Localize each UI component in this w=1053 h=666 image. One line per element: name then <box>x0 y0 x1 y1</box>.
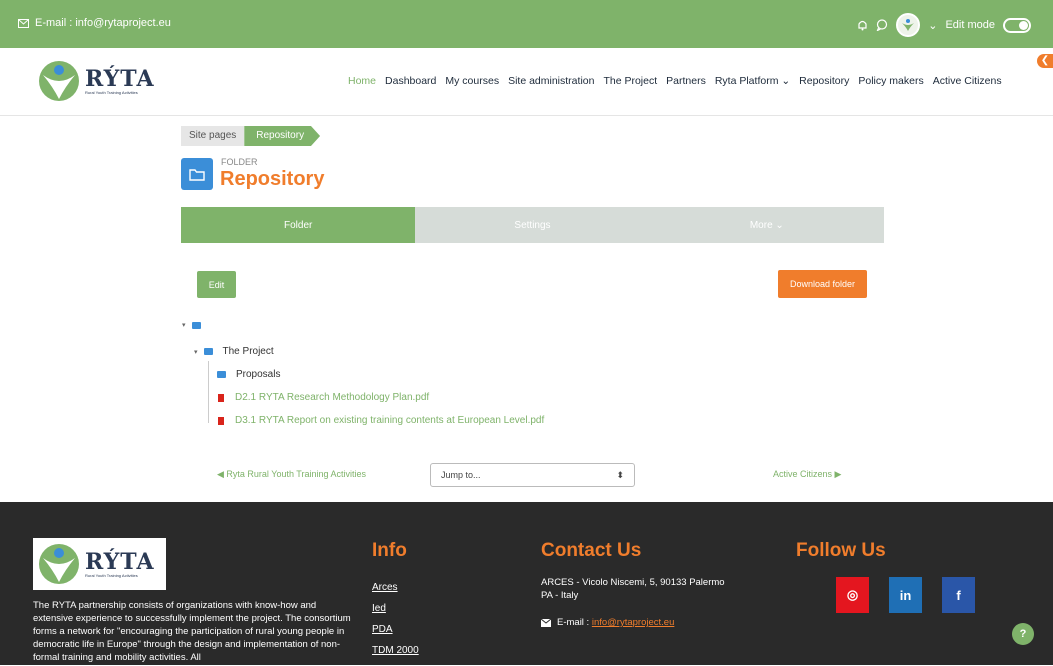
footer-link-tdm2000[interactable]: TDM 2000 <box>372 645 419 656</box>
breadcrumb-repository[interactable]: Repository <box>244 126 321 146</box>
tab-settings[interactable]: Settings <box>415 207 650 243</box>
logo-wordmark: RÝTA <box>85 65 155 92</box>
nav-item-my-courses[interactable]: My courses <box>445 75 499 87</box>
select-arrows-icon: ⬍ <box>616 469 624 480</box>
envelope-icon <box>18 18 29 28</box>
chat-icon[interactable] <box>876 19 888 31</box>
footer-info-heading: Info <box>372 540 407 561</box>
nav-item-repository[interactable]: Repository <box>799 75 849 87</box>
envelope-icon <box>541 618 551 627</box>
footer-logo-inner: RÝTA Rural Youth Training Activities <box>37 542 155 586</box>
footer-contact: ARCES - Vicolo Niscemi, 5, 90133 Palermo… <box>541 576 731 629</box>
footer-follow-heading: Follow Us <box>796 540 886 561</box>
footer-link-arces[interactable]: Arces <box>372 582 419 593</box>
ryta-logo-icon <box>39 544 79 584</box>
tab-folder[interactable]: Folder <box>181 207 416 243</box>
footer-email-label: E-mail : <box>557 617 592 628</box>
next-activity-link[interactable]: Active Citizens ▶ <box>773 469 841 480</box>
secondary-navigation: Folder Settings More ⌄ <box>181 207 884 243</box>
breadcrumb-site-pages[interactable]: Site pages <box>181 126 245 146</box>
nav-item-dashboard[interactable]: Dashboard <box>385 75 436 87</box>
linkedin-icon[interactable]: in <box>889 577 922 613</box>
file-link-d21[interactable]: D2.1 RYTA Research Methodology Plan.pdf <box>235 392 429 403</box>
tree-file-d21[interactable]: D2.1 RYTA Research Methodology Plan.pdf <box>218 392 429 403</box>
nav-item-partners[interactable]: Partners <box>666 75 706 87</box>
nav-item-the-project[interactable]: The Project <box>603 75 657 87</box>
bell-icon[interactable] <box>857 19 868 31</box>
user-menu-caret[interactable]: ⌄ <box>928 19 937 32</box>
tree-item-project[interactable]: ▾ The Project <box>194 346 274 357</box>
facebook-icon[interactable]: f <box>942 577 975 613</box>
nav-item-site-administration[interactable]: Site administration <box>508 75 594 87</box>
jump-to-select[interactable]: Jump to... ⬍ <box>430 463 635 487</box>
site-logo[interactable]: RÝTA Rural Youth Training Activities <box>37 59 155 103</box>
footer-link-ied[interactable]: Ied <box>372 603 419 614</box>
file-link-d31[interactable]: D3.1 RYTA Report on existing training co… <box>235 415 544 426</box>
footer-logo-wordmark: RÝTA <box>85 548 155 575</box>
nav-item-policy-makers[interactable]: Policy makers <box>858 75 923 87</box>
footer-email-link[interactable]: info@rytaproject.eu <box>592 617 675 628</box>
tab-more[interactable]: More ⌄ <box>649 207 884 243</box>
edit-button[interactable]: Edit <box>197 271 236 298</box>
nav-item-active-citizens[interactable]: Active Citizens <box>933 75 1002 87</box>
nav-item-home[interactable]: Home <box>348 75 376 87</box>
primary-nav: Home Dashboard My courses Site administrati… <box>348 75 1002 87</box>
footer-address: ARCES - Vicolo Niscemi, 5, 90133 Palermo… <box>541 577 725 601</box>
help-button[interactable]: ? <box>1012 623 1034 645</box>
tree-root[interactable]: ▾ <box>182 321 201 329</box>
instagram-icon[interactable]: ◎ <box>836 577 869 613</box>
pdf-icon <box>218 416 224 425</box>
main-navbar: RÝTA Rural Youth Training Activities Hom… <box>0 48 1053 116</box>
footer-logo: RÝTA Rural Youth Training Activities <box>33 538 166 590</box>
breadcrumb: Site pages Repository <box>181 126 321 146</box>
page-pretitle: FOLDER <box>221 157 258 167</box>
footer-description: The RYTA partnership consists of organiz… <box>33 600 351 663</box>
chevron-down-icon[interactable]: ▾ <box>182 321 186 329</box>
ryta-logo-icon <box>39 61 79 101</box>
tree-guide-line <box>208 361 209 423</box>
site-footer: RÝTA Rural Youth Training Activities The… <box>0 502 1053 665</box>
edit-mode-toggle[interactable] <box>1003 17 1031 33</box>
edit-mode-label: Edit mode <box>945 19 995 31</box>
chevron-down-icon[interactable]: ▾ <box>194 348 198 356</box>
footer-link-pda[interactable]: PDA <box>372 624 419 635</box>
folder-activity-icon <box>181 158 213 190</box>
tree-item-proposals[interactable]: Proposals <box>217 369 280 380</box>
download-folder-button[interactable]: Download folder <box>778 270 867 298</box>
previous-activity-link[interactable]: ◀ Ryta Rural Youth Training Activities <box>217 469 366 480</box>
footer-contact-heading: Contact Us <box>541 540 642 561</box>
user-avatar[interactable] <box>896 13 921 37</box>
pdf-icon <box>218 393 224 402</box>
jump-to-value: Jump to... <box>441 470 481 480</box>
tree-file-d31[interactable]: D3.1 RYTA Report on existing training co… <box>218 415 544 426</box>
folder-icon <box>217 371 226 378</box>
top-bar: E-mail : info@rytaproject.eu ⌄ Edit mode <box>0 0 1053 48</box>
drawer-toggle-button[interactable]: ❮ <box>1037 54 1053 68</box>
folder-icon <box>203 348 213 355</box>
nav-item-ryta-platform[interactable]: Ryta Platform ⌄ <box>715 75 790 87</box>
tree-label-proposals: Proposals <box>236 369 281 380</box>
tree-label-project: The Project <box>222 346 274 357</box>
ryta-avatar-icon <box>902 19 915 31</box>
footer-info-links: Arces Ied PDA TDM 2000 <box>372 582 419 666</box>
page-title: Repository <box>220 168 325 190</box>
top-email: E-mail : info@rytaproject.eu <box>18 17 171 29</box>
top-email-text: E-mail : info@rytaproject.eu <box>35 17 171 29</box>
folder-icon <box>191 321 201 329</box>
